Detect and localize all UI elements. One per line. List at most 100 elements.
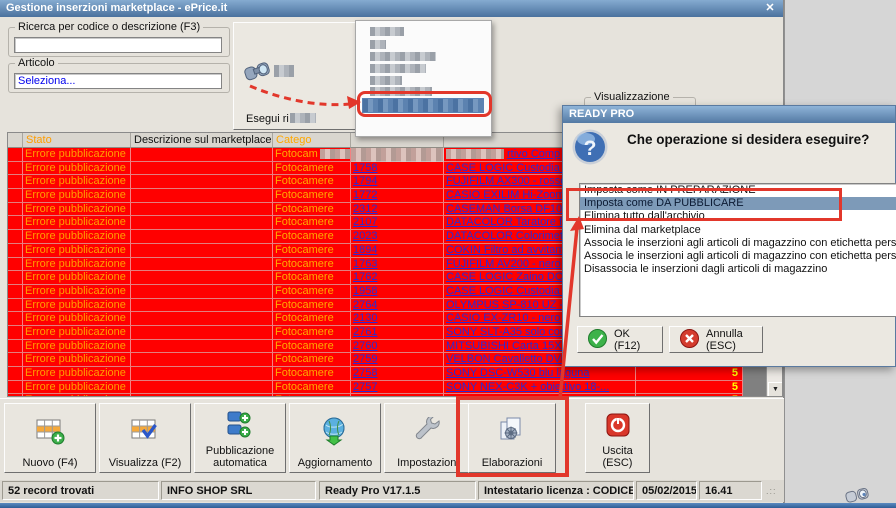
row-codice-link[interactable]: 1772 — [351, 189, 444, 203]
dialog-titlebar[interactable]: READY PRO — [563, 106, 895, 123]
row-selector-cell[interactable] — [8, 340, 23, 354]
dialog-options[interactable]: Imposta come IN PREPARAZIONEImposta come… — [579, 183, 896, 317]
aggiornamento-button[interactable]: Aggiornamento — [289, 403, 381, 473]
visualizza-button[interactable]: Visualizza (F2) — [99, 403, 191, 473]
row-stato: Errore pubblicazione — [23, 299, 131, 313]
aggiornamento-label: Aggiornamento — [298, 457, 373, 469]
row-stato: Errore pubblicazione — [23, 175, 131, 189]
row-selector-cell[interactable] — [8, 367, 23, 381]
row-selector-cell[interactable] — [8, 258, 23, 272]
article-select-input[interactable] — [14, 73, 222, 89]
table-row[interactable]: Errore pubblicazione Fotocamere 5 — [8, 394, 782, 397]
dialog-option[interactable]: Associa le inserzioni agli articoli di m… — [580, 250, 896, 263]
uscita-button[interactable]: Uscita (ESC) — [585, 403, 650, 473]
row-selector-cell[interactable] — [8, 162, 23, 176]
row-codice-link[interactable]: 1894 — [351, 244, 444, 258]
row-selector-cell[interactable] — [8, 285, 23, 299]
row-codice-link[interactable]: 2759 — [351, 353, 444, 367]
table-row[interactable]: Errore pubblicazione Fotocamere 2757 SON… — [8, 381, 782, 395]
nuovo-button[interactable]: Nuovo (F4) — [4, 403, 96, 473]
ok-label: OK (F12) — [614, 328, 652, 352]
row-codice-link[interactable]: 2760 — [351, 340, 444, 354]
row-stato: Errore pubblicazione — [23, 353, 131, 367]
row-descrizione-marketplace — [131, 244, 273, 258]
pubblicazione-automatica-button[interactable]: Pubblicazione automatica — [194, 403, 286, 473]
row-selector-cell[interactable] — [8, 230, 23, 244]
dialog-option[interactable]: Elimina tutto dall'archivio — [580, 210, 896, 223]
row-selector-cell[interactable] — [8, 203, 23, 217]
row-descrizione-marketplace — [131, 394, 273, 397]
impostazioni-button[interactable]: Impostazioni — [384, 403, 472, 473]
redacted-selected-item[interactable] — [362, 98, 484, 113]
row-categoria: Fotocamere — [273, 162, 351, 176]
cancel-button[interactable]: Annulla (ESC) — [669, 326, 763, 353]
power-off-icon — [606, 404, 630, 445]
row-codice-link[interactable]: 2023 — [351, 230, 444, 244]
row-codice-link[interactable]: 1758 — [351, 162, 444, 176]
row-codice-link[interactable]: 1763 — [351, 258, 444, 272]
dialog-option[interactable]: Associa le inserzioni agli articoli di m… — [580, 237, 896, 250]
row-stato: Errore pubblicazione — [23, 271, 131, 285]
row-codice-link[interactable]: 2758 — [351, 367, 444, 381]
question-icon: ? — [571, 128, 609, 166]
elaborazioni-button[interactable]: Elaborazioni — [468, 403, 556, 473]
dialog-option[interactable]: Disassocia le inserzioni dagli articoli … — [580, 263, 896, 276]
row-codice-link[interactable]: 1958 — [351, 285, 444, 299]
row-selector-cell[interactable] — [8, 381, 23, 395]
cancel-x-icon — [680, 329, 699, 351]
row-selector-cell[interactable] — [8, 299, 23, 313]
row-descrizione-marketplace — [131, 216, 273, 230]
header-categoria[interactable]: Catego — [273, 133, 351, 148]
row-selector-cell[interactable] — [8, 244, 23, 258]
row-selector-cell[interactable] — [8, 189, 23, 203]
header-stato[interactable]: Stato — [23, 133, 131, 148]
row-stato: Errore pubblicazione — [23, 285, 131, 299]
dialog-option[interactable]: Imposta come IN PREPARAZIONE — [580, 184, 896, 197]
documents-gear-icon — [498, 404, 526, 457]
row-articolo-link[interactable]: SONY NEX-C3K + obiettivo 18-... — [444, 381, 636, 395]
search-input[interactable] — [14, 37, 222, 53]
row-codice-link[interactable]: 2130 — [351, 312, 444, 326]
table-row[interactable]: Errore pubblicazione Fotocamere 2758 SON… — [8, 367, 782, 381]
redacted-label-suffix — [290, 113, 316, 123]
row-articolo-link[interactable]: SONY DSC-W530 blu laguna — [444, 367, 636, 381]
dialog-question: Che operazione si desidera eseguire? — [627, 132, 869, 147]
row-codice-link[interactable]: 2107 — [351, 216, 444, 230]
row-selector-cell[interactable] — [8, 326, 23, 340]
bottom-edge-strip — [0, 503, 896, 508]
ok-button[interactable]: OK (F12) — [577, 326, 663, 353]
row-selector-cell[interactable] — [8, 216, 23, 230]
row-selector-cell[interactable] — [8, 148, 23, 162]
dialog-option[interactable]: Elimina dal marketplace — [580, 224, 896, 237]
row-stato: Errore pubblicazione — [23, 148, 131, 162]
execute-search-label: Esegui ri — [246, 113, 316, 125]
dialog-option[interactable]: Imposta come DA PUBBLICARE — [580, 197, 896, 210]
close-icon[interactable]: ✕ — [762, 1, 778, 16]
dialog-title: READY PRO — [569, 108, 634, 120]
row-selector-cell[interactable] — [8, 312, 23, 326]
row-selector-cell[interactable] — [8, 271, 23, 285]
row-descrizione-marketplace — [131, 162, 273, 176]
row-selector-cell[interactable] — [8, 394, 23, 397]
row-descrizione-marketplace — [131, 326, 273, 340]
row-codice-link[interactable] — [351, 394, 444, 397]
header-selector[interactable] — [8, 133, 23, 148]
row-codice-link[interactable]: 1762 — [351, 271, 444, 285]
row-codice-link[interactable]: 2312 — [351, 203, 444, 217]
row-categoria: Fotocam — [273, 148, 351, 162]
ready-pro-dialog: READY PRO ? Che operazione si desidera e… — [562, 105, 896, 367]
row-selector-cell[interactable] — [8, 175, 23, 189]
row-codice-link[interactable] — [351, 148, 444, 162]
header-descrizione-marketplace[interactable]: Descrizione sul marketplace — [131, 133, 273, 148]
window-titlebar[interactable]: Gestione inserzioni marketplace - ePrice… — [0, 0, 783, 17]
row-codice-link[interactable]: 2764 — [351, 299, 444, 313]
row-codice-link[interactable]: 1794 — [351, 175, 444, 189]
scroll-down-icon[interactable]: ▼ — [768, 382, 783, 397]
row-codice-link[interactable]: 2757 — [351, 381, 444, 395]
wrench-icon — [413, 404, 443, 457]
row-codice-link[interactable]: 2761 — [351, 326, 444, 340]
row-descrizione-marketplace — [131, 258, 273, 272]
row-selector-cell[interactable] — [8, 353, 23, 367]
resize-grip[interactable]: .:: — [766, 486, 777, 496]
row-articolo-link[interactable] — [444, 394, 636, 397]
